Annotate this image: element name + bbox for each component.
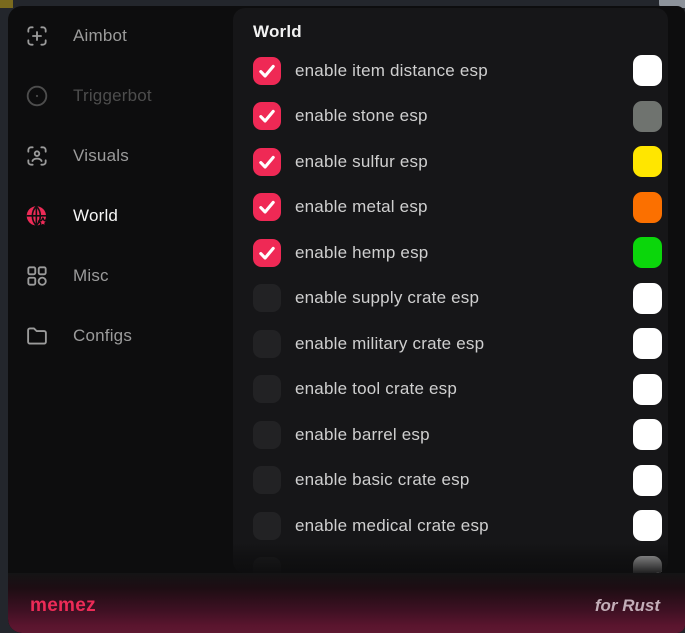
visuals-scan-person-icon: [24, 143, 50, 169]
sidebar-item-label: Configs: [73, 326, 132, 346]
sidebar-item-triggerbot[interactable]: Triggerbot: [8, 76, 233, 116]
checkbox-unchecked[interactable]: [253, 375, 281, 403]
sidebar-item-label: Misc: [73, 266, 109, 286]
checkbox-unchecked[interactable]: [253, 466, 281, 494]
checkbox-unchecked[interactable]: [253, 330, 281, 358]
settings-list: enable item distance esp enable stone esp…: [233, 48, 668, 573]
tagline-label: for Rust: [595, 596, 660, 616]
setting-label: enable stone esp: [295, 106, 428, 126]
color-swatch[interactable]: [633, 556, 662, 574]
sidebar-item-label: Aimbot: [73, 26, 127, 46]
setting-label: enable item distance esp: [295, 61, 488, 81]
sidebar-item-world[interactable]: World: [8, 196, 233, 236]
color-swatch[interactable]: [633, 55, 662, 86]
checkbox-checked[interactable]: [253, 239, 281, 267]
panel-title: World: [253, 22, 302, 42]
checkbox-unchecked[interactable]: [253, 421, 281, 449]
setting-row: enable hemp esp: [233, 230, 668, 276]
setting-row: enable basic crate esp: [233, 458, 668, 504]
color-swatch[interactable]: [633, 237, 662, 268]
content-panel: World enable item distance esp enable sto…: [233, 8, 668, 573]
setting-label: enable medical crate esp: [295, 516, 489, 536]
color-swatch[interactable]: [633, 510, 662, 541]
aimbot-scan-plus-icon: [24, 23, 50, 49]
setting-row: enable sulfur esp: [233, 139, 668, 185]
setting-row: enable medical crate esp: [233, 503, 668, 549]
brand-label: memez: [30, 595, 96, 617]
setting-row: enable metal esp: [233, 185, 668, 231]
checkbox-checked[interactable]: [253, 193, 281, 221]
color-swatch[interactable]: [633, 465, 662, 496]
sidebar-item-label: Visuals: [73, 146, 129, 166]
color-swatch[interactable]: [633, 419, 662, 450]
setting-label: enable barrel esp: [295, 425, 430, 445]
sidebar-item-configs[interactable]: Configs: [8, 316, 233, 356]
sidebar-nav: Aimbot Triggerbot Visuals World Misc Configs: [8, 6, 233, 573]
checkbox-checked[interactable]: [253, 148, 281, 176]
setting-label: enable hemp esp: [295, 243, 428, 263]
misc-category-icon: [24, 263, 50, 289]
checkbox-unchecked[interactable]: [253, 284, 281, 312]
triggerbot-target-icon: [24, 83, 50, 109]
setting-row: enable supply crate esp: [233, 276, 668, 322]
setting-row: enable barrel esp: [233, 412, 668, 458]
sidebar-item-aimbot[interactable]: Aimbot: [8, 16, 233, 56]
setting-label: enable basic crate esp: [295, 470, 470, 490]
setting-label: enable supply crate esp: [295, 288, 479, 308]
sidebar-item-label: Triggerbot: [73, 86, 152, 106]
checkbox-checked[interactable]: [253, 102, 281, 130]
color-swatch[interactable]: [633, 101, 662, 132]
cheat-menu-window: AimbotTriggerbotVisualsWorldMiscConfigs …: [8, 6, 685, 633]
sidebar-item-label: World: [73, 206, 118, 226]
setting-label: enable military crate esp: [295, 334, 484, 354]
setting-label: enable metal esp: [295, 197, 428, 217]
checkbox-unchecked[interactable]: [253, 512, 281, 540]
setting-label: enable tool crate esp: [295, 379, 457, 399]
setting-row: enable tool crate esp: [233, 367, 668, 413]
color-swatch[interactable]: [633, 374, 662, 405]
world-globe-star-icon: [24, 203, 50, 229]
sidebar-item-misc[interactable]: Misc: [8, 256, 233, 296]
checkbox-unchecked[interactable]: [253, 557, 281, 573]
color-swatch[interactable]: [633, 283, 662, 314]
configs-folder-icon: [24, 323, 50, 349]
color-swatch[interactable]: [633, 146, 662, 177]
setting-row-partial: [233, 549, 668, 574]
footer-bar: memez for Rust: [8, 573, 685, 633]
color-swatch[interactable]: [633, 328, 662, 359]
setting-row: enable military crate esp: [233, 321, 668, 367]
setting-label: enable sulfur esp: [295, 152, 428, 172]
checkbox-checked[interactable]: [253, 57, 281, 85]
setting-row: enable stone esp: [233, 94, 668, 140]
color-swatch[interactable]: [633, 192, 662, 223]
sidebar-item-visuals[interactable]: Visuals: [8, 136, 233, 176]
setting-row: enable item distance esp: [233, 48, 668, 94]
